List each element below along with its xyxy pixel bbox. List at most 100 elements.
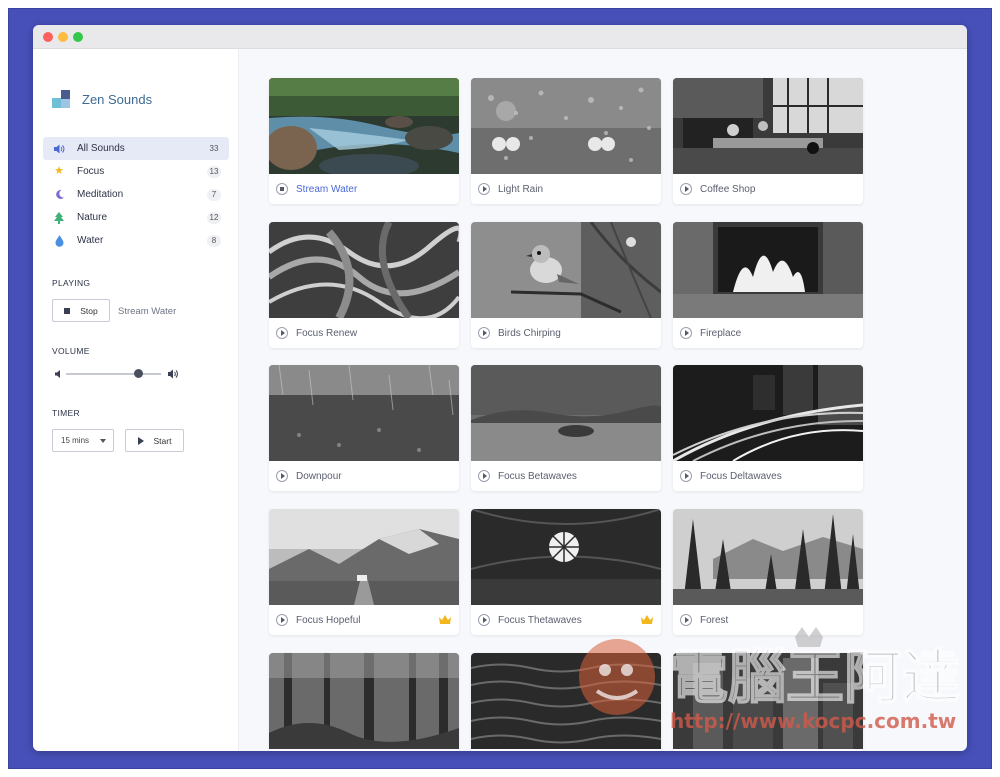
sound-card-footer: Focus Thetawaves [471, 605, 661, 635]
tree-icon [53, 211, 65, 224]
maximize-window-button[interactable] [73, 32, 83, 42]
app-window: Zen Sounds All Sounds 33 ★ Focus 13 Medi… [33, 25, 967, 751]
sound-name: Downpour [296, 470, 342, 482]
sound-name: Focus Thetawaves [498, 614, 582, 626]
sound-card-footer: Stream Water [269, 174, 459, 204]
category-water[interactable]: Water 8 [43, 229, 229, 252]
category-label: Meditation [77, 189, 124, 200]
sound-card-footer: Focus Hopeful [269, 605, 459, 635]
category-count: 13 [207, 165, 221, 178]
volume-slider-track[interactable] [66, 373, 161, 375]
sound-card-light-rain[interactable]: Light Rain [471, 78, 661, 204]
volume-slider-handle[interactable] [134, 369, 143, 378]
category-label: Focus [77, 166, 105, 177]
moon-icon [53, 189, 65, 201]
category-label: Water [77, 235, 104, 246]
play-icon[interactable] [680, 614, 692, 626]
playing-heading: PLAYING [52, 278, 91, 288]
star-icon: ★ [54, 165, 64, 177]
stop-icon [64, 307, 71, 314]
volume-low-icon[interactable] [54, 369, 64, 379]
play-icon[interactable] [478, 614, 490, 626]
crown-icon [641, 615, 653, 624]
stream-water-image [269, 78, 459, 174]
category-count: 33 [209, 143, 219, 153]
sound-card-footer: Birds Chirping [471, 318, 661, 348]
sound-card-fireplace[interactable]: Fireplace [673, 222, 863, 348]
sound-name: Birds Chirping [498, 327, 561, 339]
sound-card-downpour[interactable]: Downpour [269, 365, 459, 491]
category-count: 8 [207, 234, 221, 247]
city-image [673, 653, 863, 749]
sound-card-forest[interactable]: Forest [673, 509, 863, 635]
now-playing-title: Stream Water [118, 306, 177, 317]
sound-name: Fireplace [700, 327, 742, 339]
speaker-icon [53, 143, 65, 155]
category-all-sounds[interactable]: All Sounds 33 [43, 137, 229, 160]
fireplace-image [673, 222, 863, 318]
sound-card-focus-thetawaves[interactable]: Focus Thetawaves [471, 509, 661, 635]
stop-button-label: Stop [80, 305, 98, 316]
play-icon[interactable] [478, 183, 490, 195]
sound-card-footer: Fireplace [673, 318, 863, 348]
sound-card-footer: Light Rain [471, 174, 661, 204]
crown-icon [439, 615, 451, 624]
play-icon[interactable] [478, 327, 490, 339]
play-icon[interactable] [276, 470, 288, 482]
title-bar [33, 25, 967, 49]
play-icon[interactable] [680, 183, 692, 195]
sound-card-coffee-shop[interactable]: Coffee Shop [673, 78, 863, 204]
sound-card-focus-deltawaves[interactable]: Focus Deltawaves [673, 365, 863, 491]
sound-card-footer: Coffee Shop [673, 174, 863, 204]
stop-icon[interactable] [276, 183, 288, 195]
sound-card-stream-water[interactable]: Stream Water [269, 78, 459, 204]
close-window-button[interactable] [43, 32, 53, 42]
app-name: Zen Sounds [82, 91, 153, 107]
category-label: All Sounds [77, 143, 125, 154]
play-icon[interactable] [680, 327, 692, 339]
sound-card[interactable] [269, 653, 459, 751]
sound-card-footer [269, 749, 459, 751]
focus-hopeful-image [269, 509, 459, 605]
sound-name: Coffee Shop [700, 183, 756, 195]
focus-renew-image [269, 222, 459, 318]
category-nature[interactable]: Nature 12 [43, 206, 229, 229]
play-icon[interactable] [276, 614, 288, 626]
sound-name: Focus Deltawaves [700, 470, 782, 482]
focus-betawaves-image [471, 365, 661, 461]
sound-name: Focus Betawaves [498, 470, 577, 482]
sound-card-footer: Focus Betawaves [471, 461, 661, 491]
app-logo-icon [52, 90, 70, 108]
sound-card-birds-chirping[interactable]: Birds Chirping [471, 222, 661, 348]
category-focus[interactable]: ★ Focus 13 [43, 160, 229, 183]
timer-start-button[interactable]: Start [125, 429, 184, 452]
sound-name: Focus Hopeful [296, 614, 361, 626]
category-label: Nature [77, 212, 108, 223]
brand: Zen Sounds [52, 89, 152, 109]
minimize-window-button[interactable] [58, 32, 68, 42]
sound-card-footer: Focus Deltawaves [673, 461, 863, 491]
volume-high-icon[interactable] [167, 368, 179, 380]
sound-card[interactable] [673, 653, 863, 751]
birds-chirping-image [471, 222, 661, 318]
downpour-image [269, 365, 459, 461]
sound-card-focus-hopeful[interactable]: Focus Hopeful [269, 509, 459, 635]
sound-card-footer: Focus Renew [269, 318, 459, 348]
play-icon[interactable] [276, 327, 288, 339]
timer-duration-select[interactable]: 15 mins [52, 429, 114, 452]
start-button-label: Start [153, 435, 172, 446]
play-icon[interactable] [680, 470, 692, 482]
coffee-shop-image [673, 78, 863, 174]
sound-card-footer: Forest [673, 605, 863, 635]
play-icon[interactable] [478, 470, 490, 482]
play-icon [137, 436, 144, 445]
sound-card-focus-betawaves[interactable]: Focus Betawaves [471, 365, 661, 491]
category-count: 7 [207, 188, 221, 201]
category-meditation[interactable]: Meditation 7 [43, 183, 229, 206]
volume-heading: VOLUME [52, 346, 90, 356]
sound-card-focus-renew[interactable]: Focus Renew [269, 222, 459, 348]
sound-card[interactable] [471, 653, 661, 751]
sound-name: Stream Water [296, 183, 358, 195]
stop-button[interactable]: Stop [52, 299, 110, 322]
category-list: All Sounds 33 ★ Focus 13 Meditation 7 Na… [43, 137, 229, 252]
